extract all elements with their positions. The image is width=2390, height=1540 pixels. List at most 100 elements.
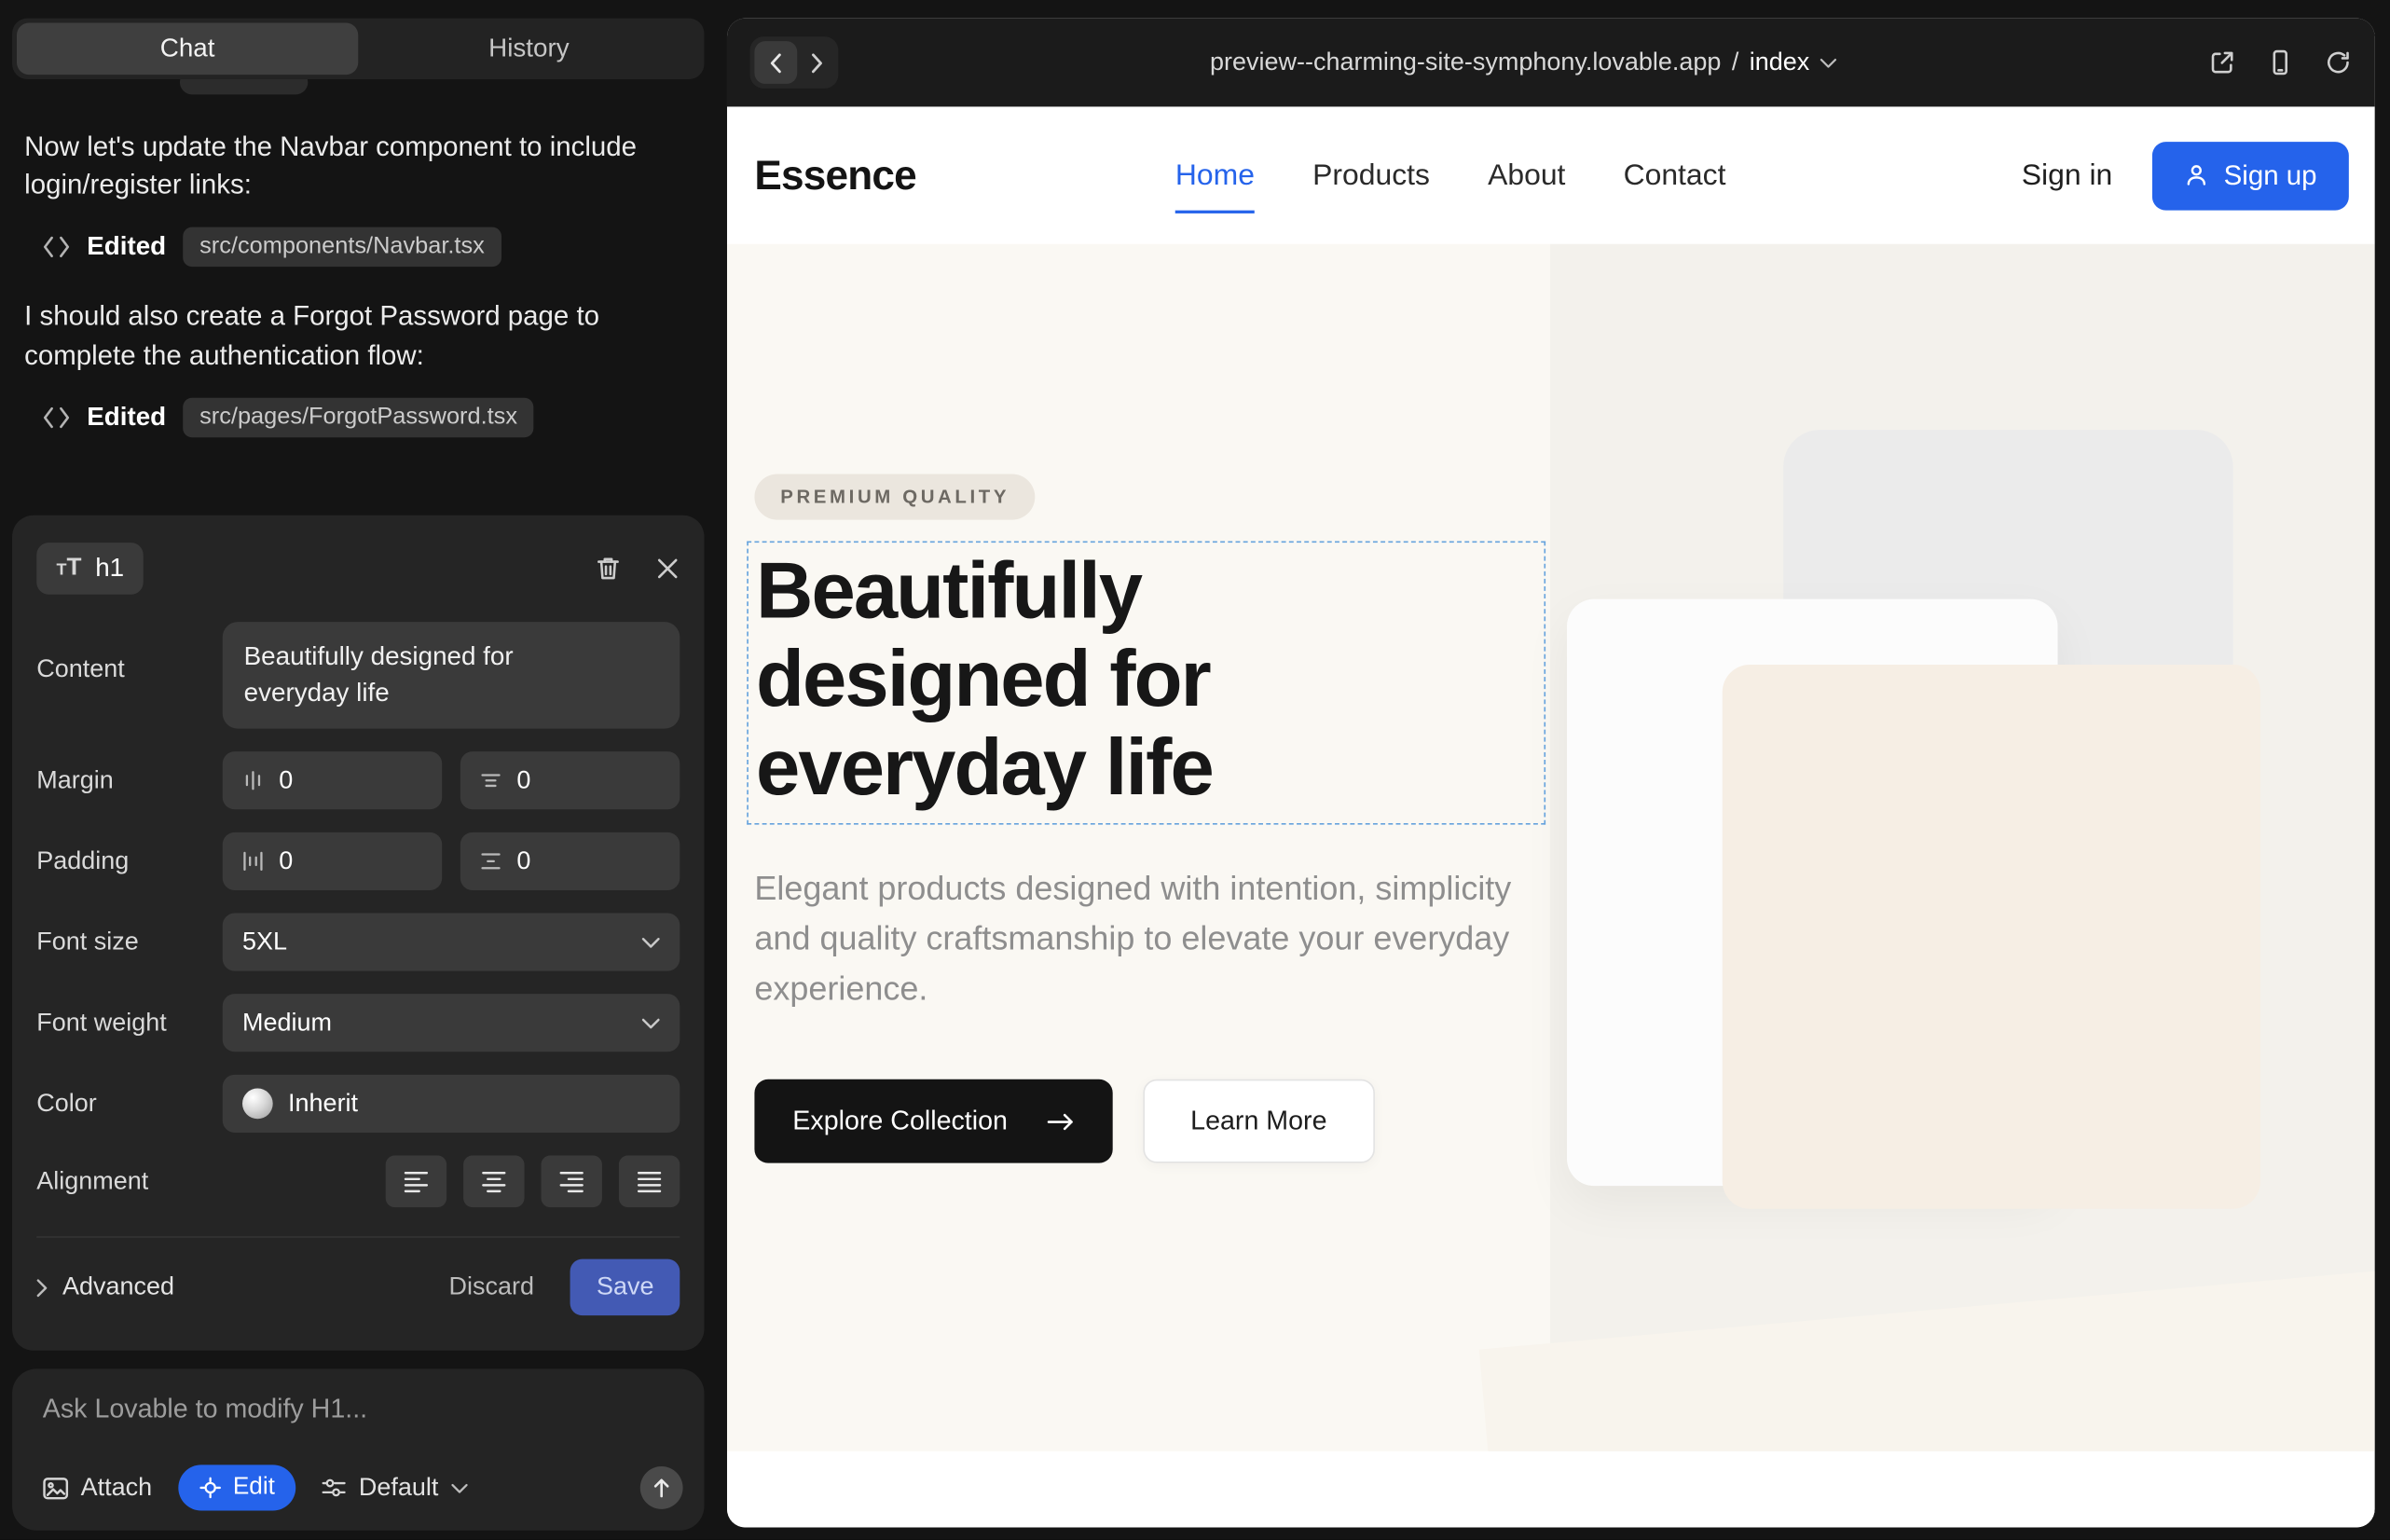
chevron-down-icon	[641, 1017, 660, 1027]
open-external-button[interactable]	[2208, 48, 2235, 76]
edit-mode-button[interactable]: Edit	[178, 1464, 296, 1510]
color-swatch-icon	[242, 1089, 273, 1120]
edited-file-badge[interactable]: src/components/Navbar.tsx	[183, 227, 501, 268]
align-left-button[interactable]	[386, 1155, 446, 1207]
learn-more-button[interactable]: Learn More	[1143, 1079, 1374, 1163]
preview-window: preview--charming-site-symphony.lovable.…	[727, 19, 2375, 1528]
site-navbar: Essence Home Products About Contact Sign…	[727, 106, 2375, 243]
selected-element-pill[interactable]: TT h1	[36, 543, 144, 595]
preview-url: preview--charming-site-symphony.lovable.…	[1210, 48, 1721, 77]
chat-history-tabs: Chat History	[12, 19, 704, 79]
mobile-view-button[interactable]	[2267, 48, 2294, 76]
font-weight-row: Font weight Medium	[36, 994, 680, 1052]
sign-in-link[interactable]: Sign in	[2022, 158, 2112, 193]
inspector-footer: Advanced Discard Save	[36, 1236, 680, 1315]
content-row: Content Beautifully designed for everyda…	[36, 622, 680, 728]
site-logo[interactable]: Essence	[754, 152, 915, 199]
alignment-label: Alignment	[36, 1167, 222, 1196]
font-weight-label: Font weight	[36, 1009, 222, 1038]
delete-element-button[interactable]	[595, 555, 622, 582]
edited-file-badge[interactable]: src/pages/ForgotPassword.tsx	[183, 397, 534, 437]
heading-type-icon: TT	[57, 555, 82, 582]
h1-selection-outline[interactable]: Beautifully designed for everyday life	[747, 541, 1545, 824]
edited-file-row[interactable]: Edited src/components/Navbar.tsx	[43, 227, 718, 268]
margin-horizontal-input[interactable]: 0	[223, 751, 442, 809]
padding-horizontal-input[interactable]: 0	[223, 832, 442, 890]
hero-section: PREMIUM QUALITY Beautifully designed for…	[727, 244, 2375, 1451]
chat-panel: Chat History Now let's update the Navbar…	[0, 0, 725, 1540]
chevron-left-icon	[754, 41, 797, 84]
code-icon	[43, 406, 70, 428]
close-inspector-button[interactable]	[655, 557, 680, 581]
sign-up-button[interactable]: Sign up	[2152, 141, 2349, 210]
decor-card-cream	[1723, 665, 2260, 1209]
app-window: Chat History Now let's update the Navbar…	[0, 0, 2390, 1540]
padding-label: Padding	[36, 846, 222, 875]
composer-toolbar: Attach Edit Default	[43, 1464, 683, 1510]
font-size-select[interactable]: 5XL	[223, 913, 680, 970]
padding-horizontal-icon	[242, 850, 264, 872]
chevron-down-icon	[450, 1482, 467, 1492]
margin-vertical-icon	[480, 770, 501, 791]
hero-cta-group: Explore Collection Learn More	[754, 1079, 1374, 1163]
explore-collection-button[interactable]: Explore Collection	[754, 1079, 1112, 1163]
color-row: Color Inherit	[36, 1075, 680, 1133]
font-weight-select[interactable]: Medium	[223, 994, 680, 1052]
send-button[interactable]	[640, 1466, 683, 1509]
browser-chrome: preview--charming-site-symphony.lovable.…	[727, 19, 2375, 107]
save-button[interactable]: Save	[570, 1259, 680, 1316]
attach-image-icon	[43, 1477, 69, 1500]
padding-vertical-icon	[480, 850, 501, 872]
chevron-right-icon	[36, 1278, 47, 1297]
url-bar[interactable]: preview--charming-site-symphony.lovable.…	[838, 48, 2208, 77]
font-size-row: Font size 5XL	[36, 913, 680, 970]
hero-headline[interactable]: Beautifully designed for everyday life	[749, 543, 1282, 812]
site-preview: Essence Home Products About Contact Sign…	[727, 106, 2375, 1527]
chrome-actions	[2208, 48, 2352, 76]
advanced-toggle[interactable]: Advanced	[36, 1272, 174, 1301]
refresh-button[interactable]	[2325, 48, 2352, 76]
align-center-button[interactable]	[463, 1155, 524, 1207]
padding-vertical-input[interactable]: 0	[460, 832, 680, 890]
nav-link-home[interactable]: Home	[1175, 158, 1255, 193]
nav-link-contact[interactable]: Contact	[1624, 158, 1726, 193]
sliders-icon	[323, 1478, 347, 1499]
default-mode-button[interactable]: Default	[323, 1473, 468, 1502]
edited-label: Edited	[87, 402, 166, 433]
arrow-right-icon	[1047, 1112, 1074, 1131]
color-select[interactable]: Inherit	[223, 1075, 680, 1133]
chevron-down-icon	[1820, 57, 1837, 67]
code-icon	[43, 237, 70, 258]
discard-button[interactable]: Discard	[448, 1272, 533, 1301]
chat-message-list: Now let's update the Navbar component to…	[24, 128, 718, 467]
nav-link-about[interactable]: About	[1488, 158, 1565, 193]
content-input[interactable]: Beautifully designed for everyday life	[223, 622, 680, 728]
margin-label: Margin	[36, 766, 222, 795]
hero-description: Elegant products designed with intention…	[754, 863, 1517, 1014]
chat-composer: Attach Edit Default	[12, 1368, 704, 1530]
chevron-down-icon	[641, 937, 660, 947]
code-preview-toggle[interactable]	[750, 36, 839, 89]
nav-auth-actions: Sign in Sign up	[2022, 141, 2349, 210]
chat-message: Now let's update the Navbar component to…	[24, 128, 718, 204]
element-inspector: TT h1 Content Beautifully designed for	[12, 516, 704, 1351]
inspector-header: TT h1	[36, 540, 680, 598]
align-right-button[interactable]	[541, 1155, 601, 1207]
nav-link-products[interactable]: Products	[1312, 158, 1430, 193]
margin-row: Margin 0 0	[36, 751, 680, 809]
edited-label: Edited	[87, 232, 166, 263]
color-label: Color	[36, 1089, 222, 1118]
margin-vertical-input[interactable]: 0	[460, 751, 680, 809]
chat-message: I should also create a Forgot Password p…	[24, 297, 718, 374]
chevron-right-icon	[800, 52, 833, 72]
edited-file-row[interactable]: Edited src/pages/ForgotPassword.tsx	[43, 397, 718, 437]
align-justify-button[interactable]	[619, 1155, 680, 1207]
font-size-label: Font size	[36, 928, 222, 956]
composer-input[interactable]	[43, 1394, 683, 1425]
tab-chat[interactable]: Chat	[17, 23, 358, 76]
attach-button[interactable]: Attach	[43, 1473, 152, 1502]
tab-history[interactable]: History	[358, 23, 699, 76]
site-nav-links: Home Products About Contact	[1175, 158, 1726, 193]
selected-element-tag: h1	[95, 554, 124, 584]
inspector-actions	[595, 555, 680, 582]
